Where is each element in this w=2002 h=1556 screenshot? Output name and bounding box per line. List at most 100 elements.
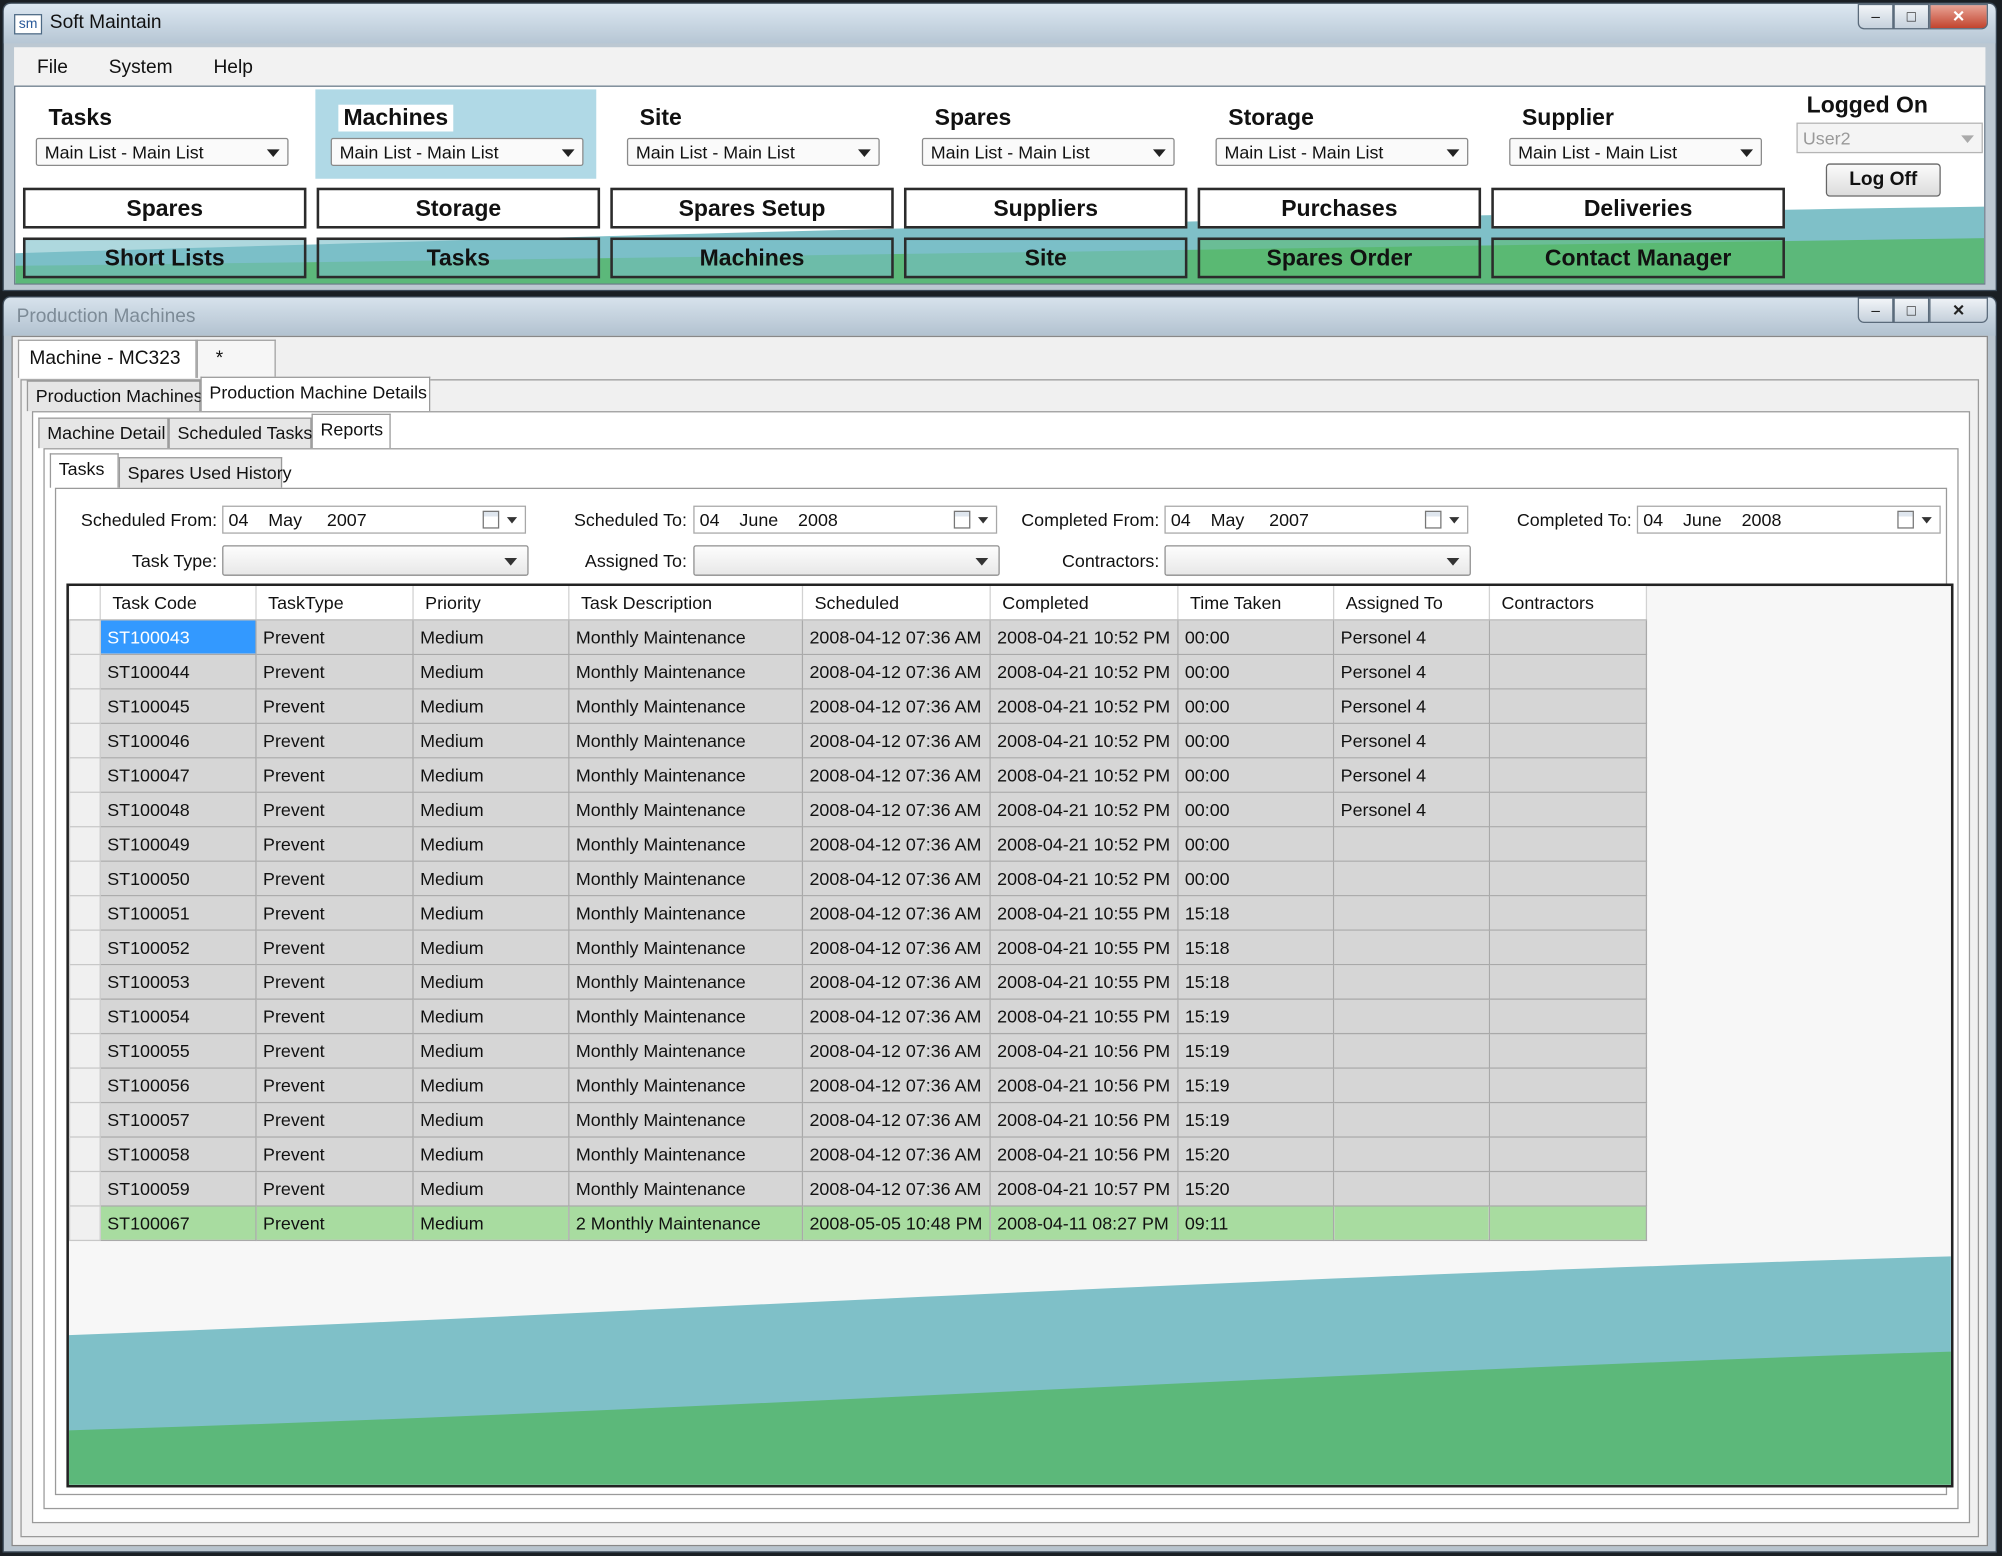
table-cell[interactable]: 2008-04-21 10:52 PM [989, 790, 1179, 827]
table-cell[interactable]: Prevent [255, 1135, 414, 1172]
table-cell[interactable]: ST100047 [99, 756, 257, 793]
table-cell[interactable] [1332, 894, 1491, 931]
table-cell[interactable] [1332, 963, 1491, 1000]
row-header[interactable] [68, 1101, 101, 1137]
table-cell[interactable]: ST100051 [99, 894, 257, 931]
table-cell[interactable]: 2008-04-12 07:36 AM [801, 825, 991, 862]
row-header[interactable] [68, 687, 101, 724]
table-cell[interactable]: 15:19 [1177, 997, 1335, 1034]
table-row[interactable]: ST100059 Prevent Medium Monthly Maintenance… [68, 1170, 1648, 1206]
table-cell[interactable]: ST100049 [99, 825, 257, 862]
table-cell[interactable]: ST100044 [99, 653, 257, 689]
table-cell[interactable]: 2008-04-12 07:36 AM [801, 859, 991, 896]
table-cell[interactable]: 2008-04-12 07:36 AM [801, 997, 991, 1034]
column-header[interactable]: Time Taken [1177, 586, 1335, 620]
table-cell[interactable] [1488, 1204, 1648, 1241]
table-cell[interactable]: Prevent [255, 687, 414, 724]
table-cell[interactable] [1488, 618, 1648, 655]
nav-suppliers-button[interactable]: Suppliers [903, 187, 1188, 229]
table-cell[interactable]: 2008-04-21 10:52 PM [989, 859, 1179, 896]
table-cell[interactable] [1488, 1135, 1648, 1172]
table-cell[interactable]: 2008-04-12 07:36 AM [801, 618, 991, 655]
table-cell[interactable] [1332, 928, 1491, 965]
tab-production-machines[interactable]: Production Machines [26, 380, 203, 412]
nav-tasks-button[interactable]: Tasks [316, 237, 601, 279]
nav-storage-button[interactable]: Storage [316, 187, 601, 229]
table-cell[interactable]: 2008-04-12 07:36 AM [801, 894, 991, 931]
scheduled-to-date[interactable]: 04 June 2008 [693, 505, 998, 534]
menu-system[interactable]: System [86, 56, 191, 78]
table-cell[interactable]: 15:19 [1177, 1032, 1335, 1069]
table-cell[interactable]: Prevent [255, 722, 414, 758]
table-cell[interactable] [1488, 1101, 1648, 1137]
table-cell[interactable] [1332, 997, 1491, 1034]
table-cell[interactable] [1332, 1170, 1491, 1206]
tab-production-machine-details[interactable]: Production Machine Details [200, 376, 431, 412]
title-bar[interactable]: sm Soft Maintain – □ ✕ [3, 3, 1996, 44]
table-cell[interactable]: 00:00 [1177, 825, 1335, 862]
table-cell[interactable]: ST100057 [99, 1101, 257, 1137]
table-cell[interactable]: ST100043 [99, 618, 257, 655]
table-cell[interactable]: 2008-04-21 10:55 PM [989, 963, 1179, 1000]
column-header[interactable]: Task Description [568, 586, 804, 620]
table-cell[interactable]: 2008-04-21 10:55 PM [989, 997, 1179, 1034]
table-cell[interactable]: Medium [412, 756, 570, 793]
contractors-combo[interactable] [1164, 545, 1471, 576]
scheduled-from-date[interactable]: 04 May 2007 [222, 505, 527, 534]
table-cell[interactable]: Prevent [255, 1066, 414, 1103]
table-cell[interactable]: Prevent [255, 1101, 414, 1137]
nav-deliveries-button[interactable]: Deliveries [1491, 187, 1785, 229]
table-cell[interactable] [1488, 1066, 1648, 1103]
tasks-list-combo[interactable]: Main List - Main List [35, 137, 289, 166]
completed-from-date[interactable]: 04 May 2007 [1164, 505, 1469, 534]
table-cell[interactable]: 00:00 [1177, 859, 1335, 896]
row-header[interactable] [68, 790, 101, 827]
table-cell[interactable]: Medium [412, 1101, 570, 1137]
table-cell[interactable]: 2008-04-21 10:52 PM [989, 756, 1179, 793]
row-header[interactable] [68, 928, 101, 965]
table-cell[interactable]: 2008-04-12 07:36 AM [801, 1170, 991, 1206]
table-cell[interactable]: Medium [412, 618, 570, 655]
table-row[interactable]: ST100055 Prevent Medium Monthly Maintenance… [68, 1032, 1648, 1069]
table-cell[interactable]: 2008-04-21 10:52 PM [989, 825, 1179, 862]
table-cell[interactable]: 00:00 [1177, 756, 1335, 793]
table-cell[interactable]: 2008-04-21 10:52 PM [989, 618, 1179, 655]
table-cell[interactable] [1488, 928, 1648, 965]
close-button[interactable]: ✕ [1929, 3, 1988, 30]
nav-contact-manager-button[interactable]: Contact Manager [1491, 237, 1785, 279]
table-cell[interactable]: Prevent [255, 997, 414, 1034]
table-cell[interactable]: 00:00 [1177, 722, 1335, 758]
table-cell[interactable]: Personel 4 [1332, 790, 1491, 827]
supplier-list-combo[interactable]: Main List - Main List [1509, 137, 1762, 166]
table-cell[interactable]: 15:19 [1177, 1101, 1335, 1137]
table-cell[interactable]: Prevent [255, 894, 414, 931]
table-row[interactable]: ST100045 Prevent Medium Monthly Maintenance… [68, 687, 1648, 724]
table-cell[interactable]: ST100045 [99, 687, 257, 724]
row-header[interactable] [68, 756, 101, 793]
table-cell[interactable]: Medium [412, 1170, 570, 1206]
table-cell[interactable]: 09:11 [1177, 1204, 1335, 1241]
table-row[interactable]: ST100067 Prevent Medium 2 Monthly Maintenan… [68, 1204, 1648, 1241]
tab-reports[interactable]: Reports [311, 413, 391, 449]
table-cell[interactable]: Monthly Maintenance [568, 1032, 804, 1069]
table-row[interactable]: ST100048 Prevent Medium Monthly Maintenance… [68, 790, 1648, 827]
table-cell[interactable]: 2008-05-05 10:48 PM [801, 1204, 991, 1241]
table-cell[interactable]: 2008-04-12 07:36 AM [801, 653, 991, 689]
column-header[interactable]: TaskType [255, 586, 414, 620]
nav-site-button[interactable]: Site [903, 237, 1188, 279]
table-cell[interactable]: Prevent [255, 790, 414, 827]
table-row[interactable]: ST100054 Prevent Medium Monthly Maintenance… [68, 997, 1648, 1034]
table-row[interactable]: ST100051 Prevent Medium Monthly Maintenance… [68, 894, 1648, 931]
table-cell[interactable]: Medium [412, 1135, 570, 1172]
column-header[interactable]: Contractors [1489, 586, 1648, 620]
table-cell[interactable]: ST100050 [99, 859, 257, 896]
table-cell[interactable]: Medium [412, 1066, 570, 1103]
row-header[interactable] [68, 894, 101, 931]
child-title-bar[interactable]: Production Machines – □ ✕ [3, 297, 1996, 336]
table-cell[interactable]: 2008-04-12 07:36 AM [801, 1101, 991, 1137]
table-cell[interactable]: Medium [412, 1032, 570, 1069]
table-cell[interactable]: ST100067 [99, 1204, 257, 1241]
table-cell[interactable]: ST100048 [99, 790, 257, 827]
table-cell[interactable]: Monthly Maintenance [568, 756, 804, 793]
minimize-button[interactable]: – [1857, 3, 1894, 30]
